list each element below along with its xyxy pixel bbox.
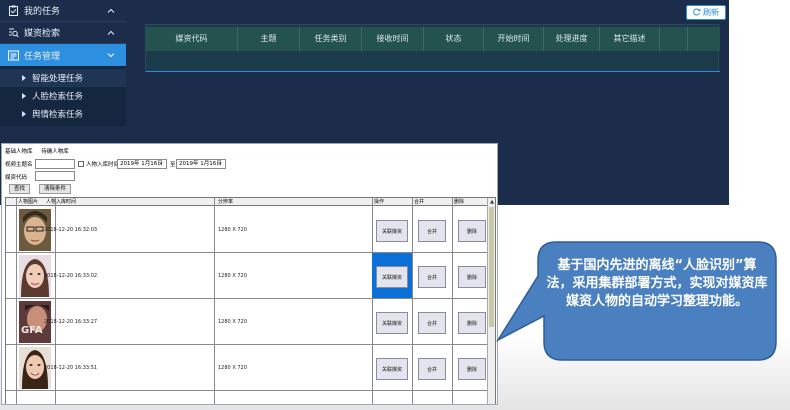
date-from-select[interactable]: 2019年 1月16日 — [117, 158, 167, 169]
column-header[interactable]: 人物入库时间 — [44, 198, 76, 206]
link-media-button[interactable]: 关联媒资 — [376, 312, 408, 334]
table-row[interactable]: 2018-12-20 16:32:03 1280 X 720 关联媒资 合并 删… — [6, 207, 489, 253]
refresh-icon — [693, 8, 701, 18]
table-row[interactable]: GFA 2018-12-20 16:33:27 1280 X 720 关联媒资 … — [6, 299, 489, 345]
search-button[interactable]: 查找 — [9, 184, 31, 194]
video-title-label: 视频主题名 — [5, 162, 33, 168]
task-list-icon — [8, 50, 19, 61]
chevron-up-icon — [106, 6, 116, 16]
clipboard-icon — [8, 5, 19, 16]
delete-button[interactable]: 删除 — [458, 312, 486, 334]
submenu-item-label: 智能处理任务 — [32, 74, 84, 84]
media-code-label: 媒资代码 — [5, 175, 28, 181]
column-header-spacer — [660, 27, 688, 51]
face-library-window: 基础人物库 待确人物库 视频主题名 人物入库时间 2019年 1月16日 至 2… — [1, 143, 498, 405]
row-time: 2018-12-20 16:32:03 — [44, 227, 98, 233]
submenu-item-label: 舆情检索任务 — [32, 110, 84, 120]
row-resolution: 1280 X 720 — [218, 227, 247, 233]
task-grid: 媒资代码 主题 任务类别 接收时间 状态 开始时间 处理进度 其它描述 — [145, 24, 720, 72]
merge-button[interactable]: 合并 — [418, 358, 446, 380]
row-time: 2018-12-20 16:33:27 — [44, 319, 98, 325]
sidebar-item-media-search[interactable]: 媒资检索 — [0, 22, 126, 44]
search-list-icon — [8, 27, 19, 38]
library-tabs: 基础人物库 待确人物库 — [5, 147, 76, 157]
table-row[interactable]: 2018-12-20 16:33:02 1280 X 720 关联媒资 合并 删… — [6, 253, 489, 299]
face-table-header: 人物图片 人物入库时间 分辨率 操作 合并 删除 — [6, 198, 489, 206]
chevron-up-icon — [106, 28, 116, 38]
grid-divider — [146, 71, 720, 72]
scroll-up-icon[interactable]: ▲ — [488, 198, 496, 206]
column-header[interactable]: 分辨率 — [216, 198, 233, 206]
row-resolution: 1280 X 720 — [218, 273, 247, 279]
scrollbar-thumb[interactable] — [489, 207, 494, 327]
merge-button[interactable]: 合并 — [418, 220, 446, 242]
sidebar-item-label: 任务管理 — [24, 51, 61, 62]
refresh-button[interactable]: 刷新 — [686, 5, 726, 20]
row-resolution: 1280 X 720 — [218, 319, 247, 325]
bullet-triangle-icon — [22, 93, 26, 99]
sidebar-item-my-tasks[interactable]: 我的任务 — [0, 0, 126, 22]
row-time: 2018-12-20 16:33:51 — [44, 365, 98, 371]
date-filter-checkbox[interactable] — [78, 161, 84, 167]
submenu-item-smart-processing[interactable]: 智能处理任务 — [0, 69, 126, 87]
column-header[interactable]: 合并 — [412, 198, 424, 206]
sidebar-item-label: 媒资检索 — [24, 29, 61, 39]
row-resolution: 1280 X 720 — [218, 365, 247, 371]
tab-pending-library[interactable]: 待确人物库 — [41, 149, 69, 155]
column-header[interactable]: 状态 — [424, 27, 484, 51]
column-header[interactable]: 媒资代码 — [146, 27, 238, 51]
bullet-triangle-icon — [22, 111, 26, 117]
sidebar-item-label: 我的任务 — [24, 7, 61, 17]
column-header[interactable]: 其它描述 — [600, 27, 660, 51]
column-header[interactable]: 主题 — [238, 27, 300, 51]
merge-button[interactable]: 合并 — [418, 266, 446, 288]
date-filter-label: 人物入库时间 — [86, 162, 120, 168]
link-media-button[interactable]: 关联媒资 — [376, 266, 408, 288]
column-header[interactable]: 开始时间 — [484, 27, 544, 51]
callout-text: 基于国内先进的离线“人脸识别”算法，采用集群部署方式，实现对媒资库媒资人物的自动… — [546, 258, 768, 309]
merge-button[interactable]: 合并 — [418, 312, 446, 334]
column-header[interactable]: 操作 — [372, 198, 384, 206]
table-row[interactable]: 2018-12-20 16:33:51 1280 X 720 关联媒资 合并 删… — [6, 345, 489, 391]
task-grid-header: 媒资代码 主题 任务类别 接收时间 状态 开始时间 处理进度 其它描述 — [146, 27, 720, 51]
date-to-select[interactable]: 2019年 1月16日 — [176, 158, 226, 169]
submenu-item-label: 人脸检索任务 — [32, 92, 84, 102]
column-header[interactable]: 人物图片 — [16, 198, 38, 206]
task-submenu: 智能处理任务 人脸检索任务 舆情检索任务 — [0, 66, 126, 126]
table-scrollbar[interactable]: ▲ — [487, 198, 496, 404]
photo-watermark: GFA — [21, 325, 43, 336]
clear-filter-button[interactable]: 清除条件 — [39, 184, 72, 194]
face-table: 人物图片 人物入库时间 分辨率 操作 合并 删除 2018-12-20 16:3… — [5, 197, 496, 404]
submenu-item-opinion-search[interactable]: 舆情检索任务 — [0, 105, 126, 123]
column-header[interactable]: 处理进度 — [544, 27, 600, 51]
row-time: 2018-12-20 16:33:02 — [44, 273, 98, 279]
media-code-input[interactable] — [35, 171, 75, 181]
chevron-down-icon — [106, 50, 116, 60]
column-header[interactable]: 接收时间 — [362, 27, 424, 51]
sidebar-item-task-management[interactable]: 任务管理 — [0, 44, 126, 66]
to-label: 至 — [170, 162, 176, 168]
column-header[interactable]: 删除 — [452, 198, 464, 206]
video-title-input[interactable] — [35, 159, 75, 169]
delete-button[interactable]: 删除 — [458, 266, 486, 288]
link-media-button[interactable]: 关联媒资 — [376, 220, 408, 242]
delete-button[interactable]: 删除 — [458, 358, 486, 380]
link-media-button[interactable]: 关联媒资 — [376, 358, 408, 380]
submenu-item-face-search[interactable]: 人脸检索任务 — [0, 87, 126, 105]
bullet-triangle-icon — [22, 75, 26, 81]
tab-base-library[interactable]: 基础人物库 — [5, 149, 33, 155]
column-header[interactable]: 任务类别 — [300, 27, 362, 51]
delete-button[interactable]: 删除 — [458, 220, 486, 242]
refresh-label: 刷新 — [703, 8, 719, 17]
